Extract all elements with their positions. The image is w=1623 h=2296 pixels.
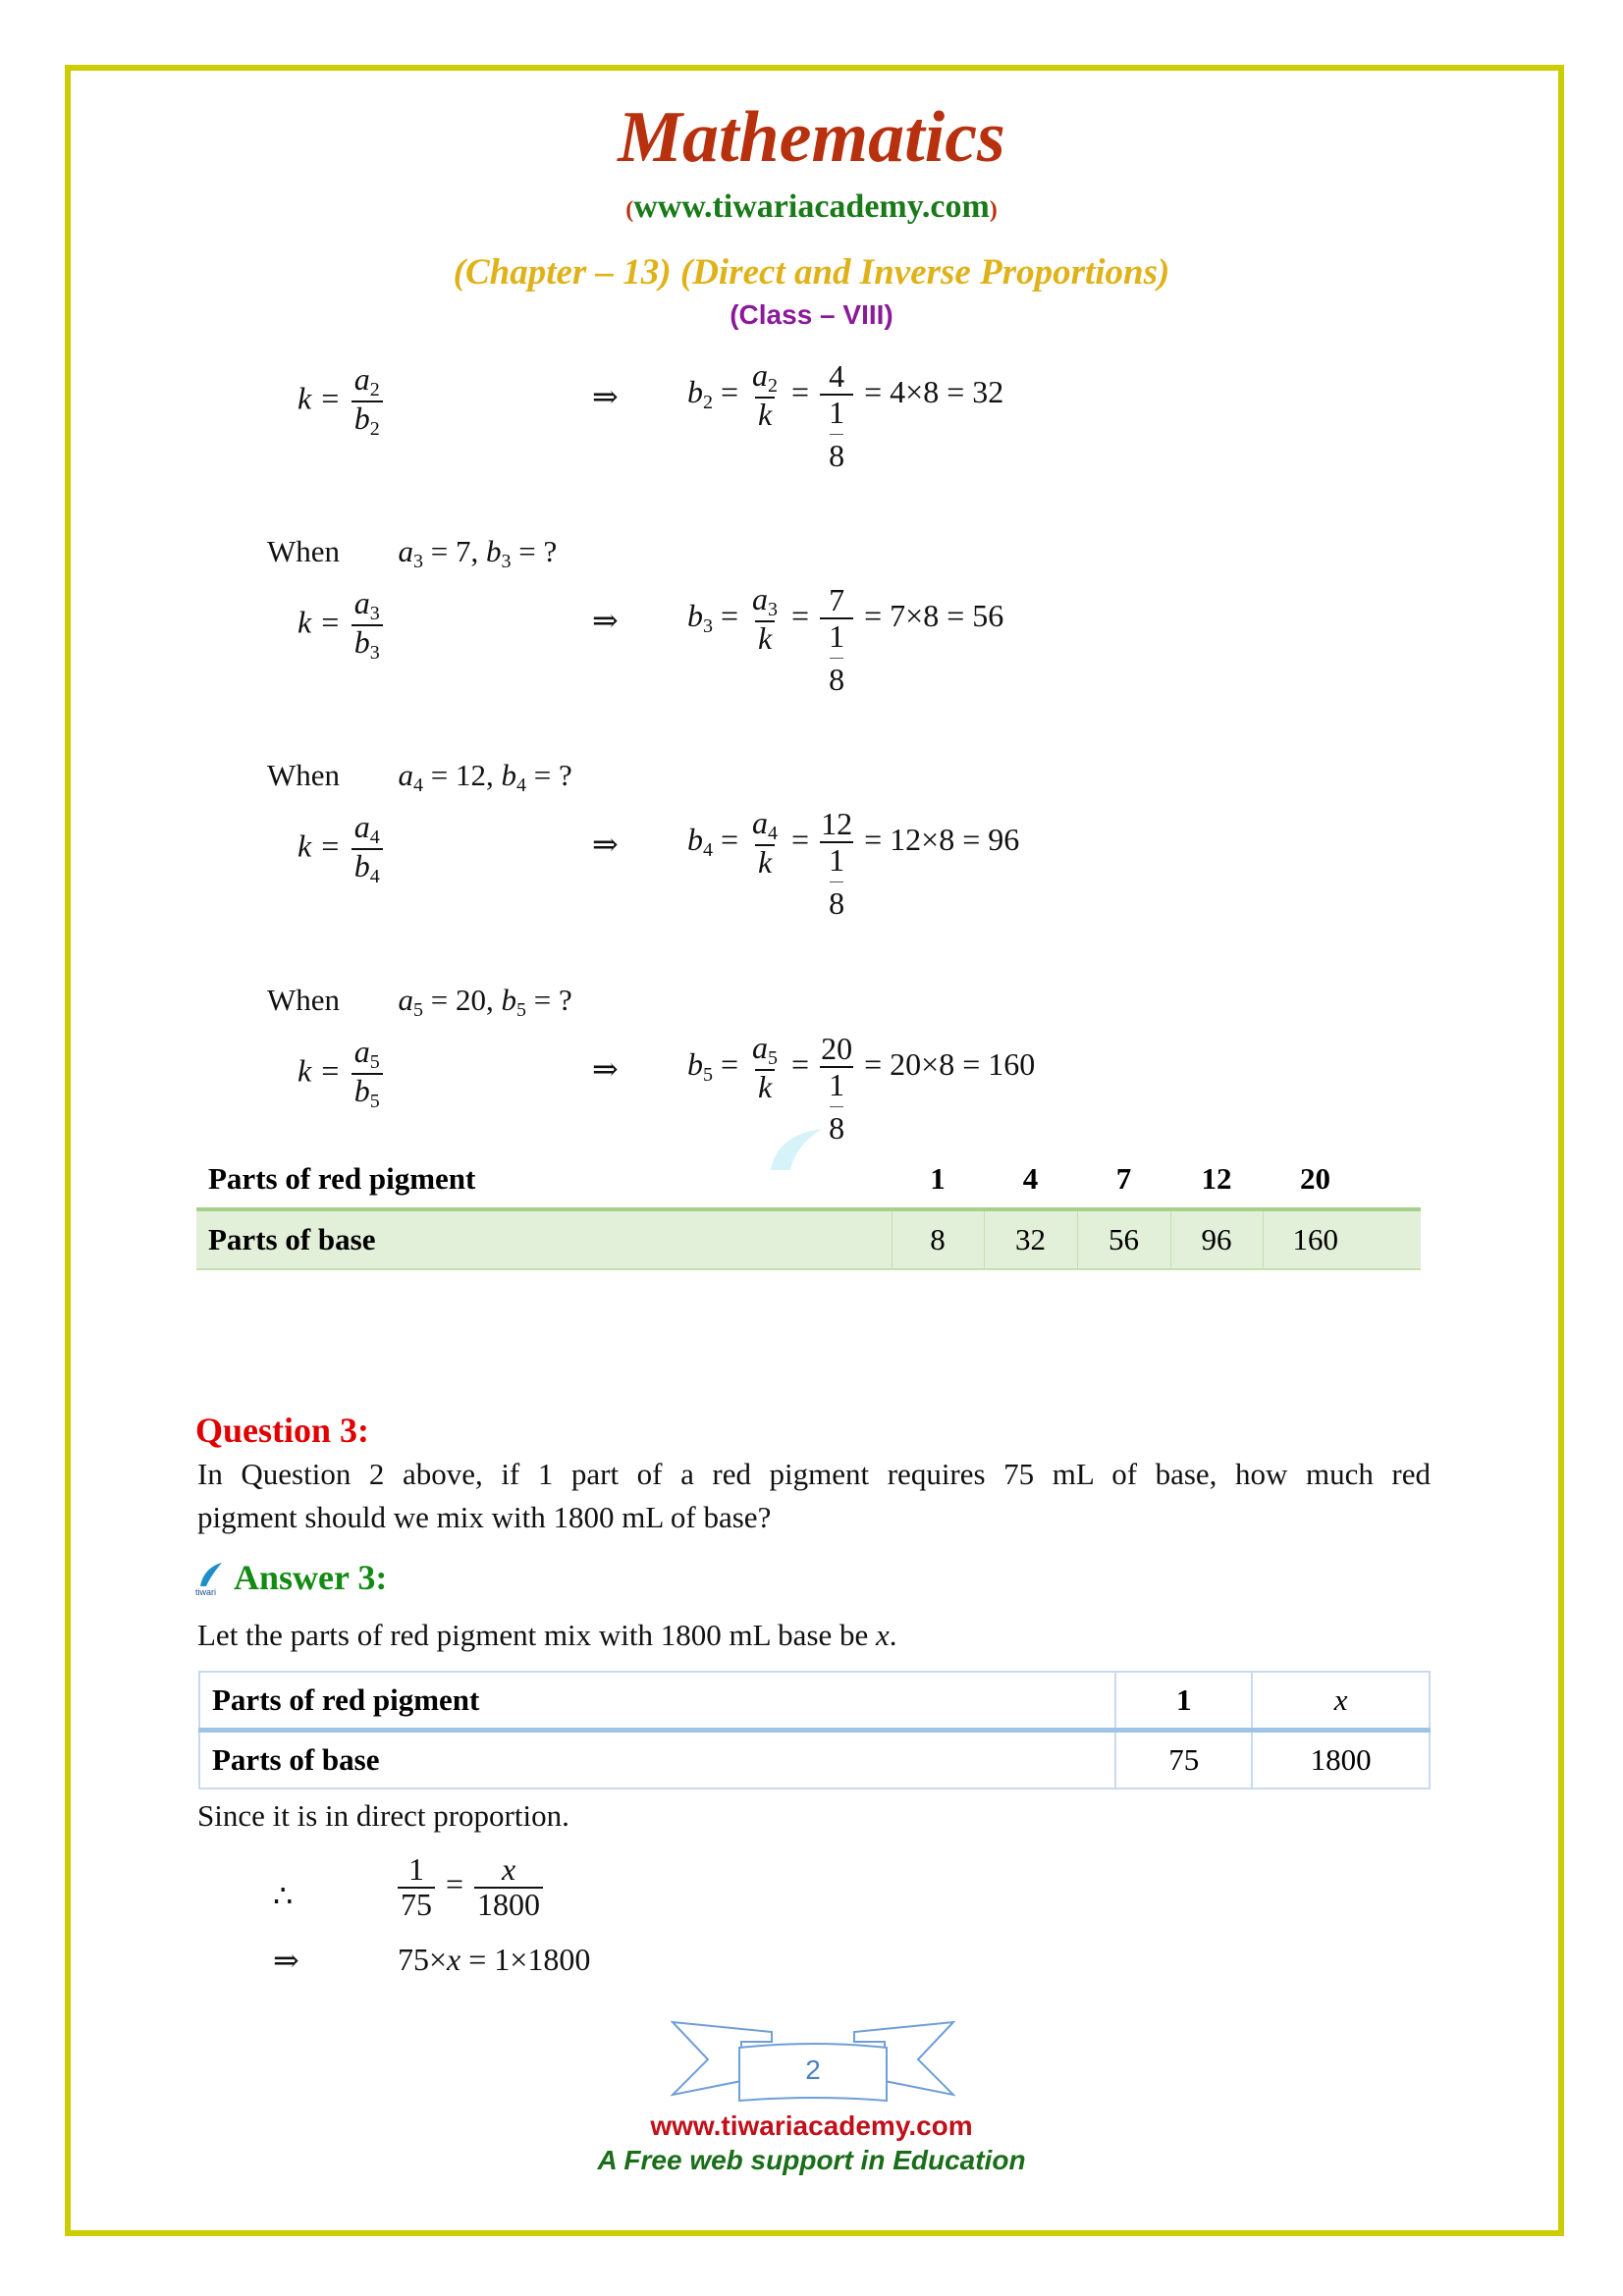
k-fraction: a2 b2 — [351, 362, 383, 440]
k-definition-2: k = a2 b2 — [298, 362, 386, 440]
k-definition-3: k = a3 b3 — [298, 586, 386, 664]
when-condition-4: When a4 = 12, b4 = ? — [267, 758, 572, 796]
when-condition-5: When a5 = 20, b5 = ? — [267, 983, 572, 1021]
site-open-paren: ( — [625, 197, 634, 223]
table-row: Parts of red pigment 1 4 7 12 20 — [196, 1150, 1421, 1209]
table-cell: 12 — [1201, 1161, 1232, 1196]
table-cell: 160 — [1262, 1207, 1421, 1270]
table-cell: 56 — [1076, 1207, 1170, 1270]
table-row: Parts of base 8 32 56 96 160 — [196, 1207, 1421, 1270]
row-label: Parts of base — [197, 1729, 1117, 1789]
tiwari-logo-icon: tiwari — [194, 1563, 224, 1596]
footer-tagline: A Free web support in Education — [597, 2145, 1026, 2175]
table-cell: 1800 — [1251, 1729, 1431, 1789]
table-row: Parts of red pigment 1 x — [197, 1671, 1431, 1733]
b-solution-2: b2 = a2 k = 4 18 = 4×8 = 32 — [687, 357, 1004, 474]
header-site-url[interactable]: www.tiwariacademy.com — [633, 188, 990, 225]
k-definition-4: k = a4 b4 — [298, 810, 386, 887]
implies-symbol: ⇒ — [592, 827, 619, 862]
proportion-table: Parts of red pigment 1 4 7 12 20 Parts o… — [196, 1150, 1421, 1270]
answer-table: Parts of red pigment 1 x Parts of base 7… — [197, 1671, 1431, 1789]
row-label: Parts of base — [196, 1207, 892, 1270]
table-cell: 8 — [891, 1207, 984, 1270]
svg-text:tiwari: tiwari — [195, 1587, 216, 1596]
table-row: Parts of base 75 1800 — [197, 1729, 1431, 1789]
table-cell: 96 — [1169, 1207, 1263, 1270]
table-cell: 32 — [983, 1207, 1077, 1270]
b-solution-3: b3 = a3 k = 7 18 = 7×8 = 56 — [687, 581, 1004, 698]
therefore-symbol: ∴ — [273, 1878, 294, 1913]
table-cell: 75 — [1114, 1729, 1254, 1789]
class-heading: (Class – VIII) — [730, 299, 893, 330]
cross-multiply-equation: 75×x = 1×1800 — [398, 1942, 591, 1977]
result: = 4×8 = 32 — [864, 374, 1004, 410]
answer-intro: Let the parts of red pigment mix with 18… — [197, 1618, 897, 1652]
when-condition-3: When a3 = 7, b3 = ? — [267, 534, 558, 572]
table-cell: 1 — [1114, 1671, 1254, 1733]
k-definition-5: k = a5 b5 — [298, 1035, 386, 1112]
implies-symbol: ⇒ — [592, 1051, 619, 1087]
nested-fraction: 4 18 — [820, 358, 854, 474]
row-label: Parts of red pigment — [197, 1671, 1117, 1733]
k-prefix: k = — [298, 380, 341, 416]
when-label: When — [267, 534, 341, 568]
implies-symbol: ⇒ — [592, 603, 619, 638]
page-title: Mathematics — [618, 97, 1005, 178]
table-cell: 1 — [930, 1161, 946, 1196]
table-cell: x — [1251, 1671, 1431, 1733]
question-heading: Question 3: — [195, 1411, 370, 1450]
site-close-paren: ) — [989, 197, 998, 223]
page-number: 2 — [805, 2055, 821, 2085]
a-over-k: a2 k — [752, 357, 779, 432]
table-cell: 7 — [1115, 1161, 1132, 1196]
footer-url[interactable]: www.tiwariacademy.com — [0, 2110, 1623, 2142]
since-text: Since it is in direct proportion. — [197, 1798, 569, 1833]
question-text-line1: In Question 2 above, if 1 part of a red … — [197, 1457, 1431, 1491]
header-site: (www.tiwariacademy.com) — [0, 188, 1623, 226]
row-label: Parts of red pigment — [208, 1161, 476, 1196]
implies-symbol: ⇒ — [592, 379, 619, 414]
chapter-heading: (Chapter – 13) (Direct and Inverse Propo… — [453, 252, 1170, 293]
table-cell: 20 — [1300, 1161, 1330, 1196]
proportion-equation: 1 75 = x 1800 — [395, 1852, 546, 1921]
answer-heading: Answer 3: — [234, 1558, 388, 1597]
b-solution-5: b5 = a5 k = 20 18 = 20×8 = 160 — [687, 1030, 1036, 1147]
question-text-line2: pigment should we mix with 1800 mL of ba… — [197, 1500, 772, 1534]
table-cell: 4 — [1022, 1161, 1039, 1196]
implies-symbol: ⇒ — [273, 1943, 299, 1978]
b-solution-4: b4 = a4 k = 12 18 = 12×8 = 96 — [687, 805, 1020, 922]
